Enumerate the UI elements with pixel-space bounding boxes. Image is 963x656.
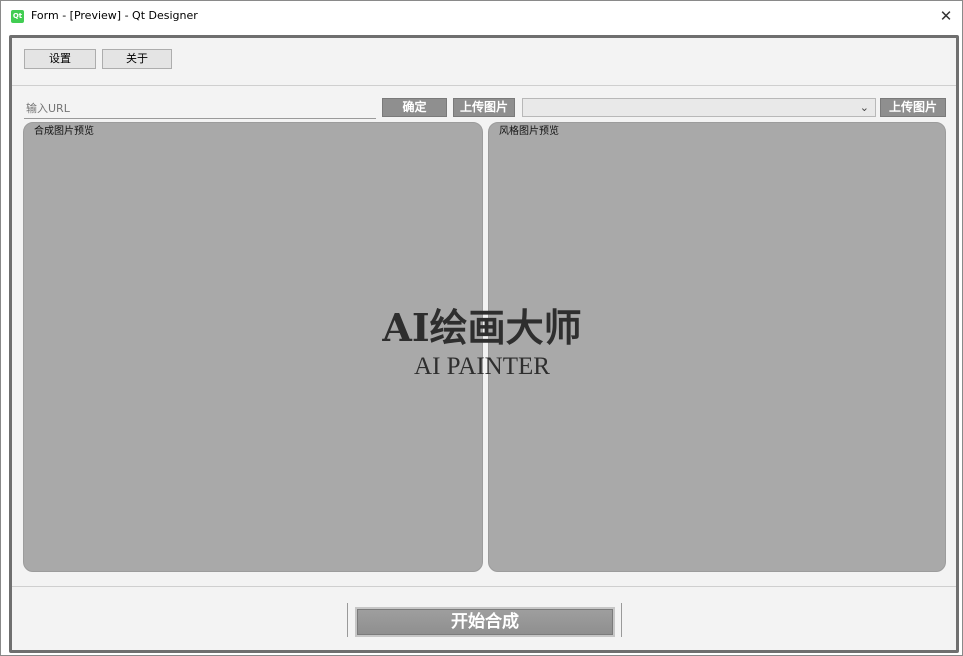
about-button[interactable]: 关于: [102, 49, 172, 69]
start-synthesis-button[interactable]: 开始合成: [355, 607, 615, 637]
form-container: 设置 关于 确定 上传图片 ⌄ 上传图片 合成图片预览 风格图片预览 AI绘画大…: [9, 35, 959, 653]
title-bar[interactable]: Qt Form - [Preview] - Qt Designer ✕: [1, 1, 962, 33]
top-toolbar: 设置 关于: [12, 38, 956, 86]
upload-image-button-left[interactable]: 上传图片: [453, 98, 515, 117]
qt-logo-icon: Qt: [11, 10, 24, 23]
upload-image-button-right[interactable]: 上传图片: [880, 98, 946, 117]
close-icon[interactable]: ✕: [938, 8, 954, 24]
composite-preview-label: 合成图片预览: [34, 126, 94, 137]
logo-title: AI绘画大师: [382, 305, 582, 350]
url-row: 确定 上传图片 ⌄ 上传图片: [12, 98, 956, 120]
logo-subtitle: AI PAINTER: [414, 353, 550, 380]
style-preview-label: 风格图片预览: [499, 126, 559, 137]
bottom-divider: [621, 603, 622, 637]
preview-window: Qt Form - [Preview] - Qt Designer ✕ 设置 关…: [0, 0, 963, 656]
confirm-button[interactable]: 确定: [382, 98, 447, 117]
chevron-down-icon[interactable]: ⌄: [860, 100, 869, 116]
window-title: Form - [Preview] - Qt Designer: [31, 9, 198, 22]
url-input[interactable]: [24, 98, 376, 119]
settings-button[interactable]: 设置: [24, 49, 96, 69]
bottom-divider: [347, 603, 348, 637]
bottom-bar: 开始合成: [12, 586, 956, 650]
style-select[interactable]: ⌄: [522, 98, 876, 117]
